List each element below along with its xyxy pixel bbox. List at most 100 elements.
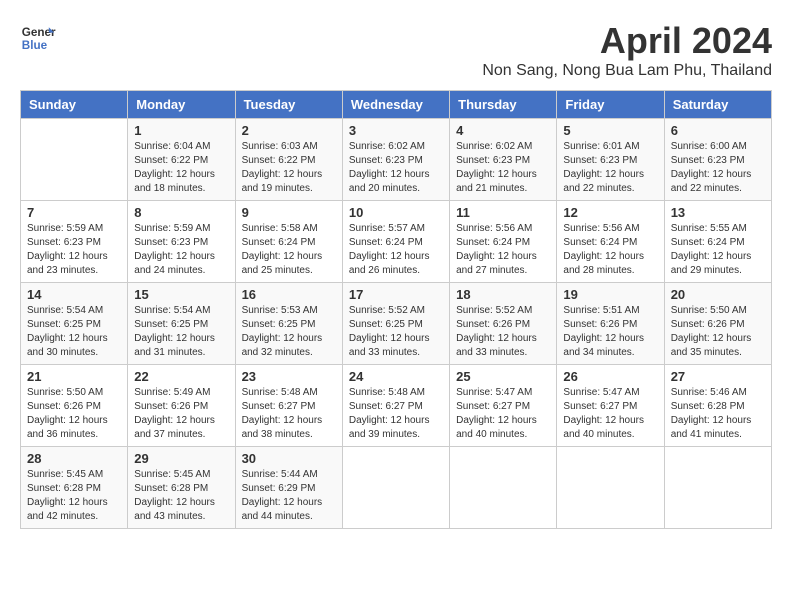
day-detail: Sunrise: 5:54 AM Sunset: 6:25 PM Dayligh… (134, 304, 228, 360)
day-detail: Sunrise: 6:02 AM Sunset: 6:23 PM Dayligh… (456, 140, 550, 196)
day-detail: Sunrise: 5:58 AM Sunset: 6:24 PM Dayligh… (242, 222, 336, 278)
day-number: 27 (671, 369, 765, 384)
column-header-wednesday: Wednesday (342, 91, 449, 119)
day-detail: Sunrise: 5:50 AM Sunset: 6:26 PM Dayligh… (27, 386, 121, 442)
calendar-cell: 5 Sunrise: 6:01 AM Sunset: 6:23 PM Daylig… (557, 119, 664, 201)
day-number: 6 (671, 123, 765, 138)
day-detail: Sunrise: 5:47 AM Sunset: 6:27 PM Dayligh… (456, 386, 550, 442)
calendar-cell: 29 Sunrise: 5:45 AM Sunset: 6:28 PM Dayli… (128, 447, 235, 529)
day-detail: Sunrise: 5:47 AM Sunset: 6:27 PM Dayligh… (563, 386, 657, 442)
calendar-cell (450, 447, 557, 529)
calendar-cell: 2 Sunrise: 6:03 AM Sunset: 6:22 PM Daylig… (235, 119, 342, 201)
day-number: 15 (134, 287, 228, 302)
calendar-cell: 27 Sunrise: 5:46 AM Sunset: 6:28 PM Dayli… (664, 365, 771, 447)
day-detail: Sunrise: 5:54 AM Sunset: 6:25 PM Dayligh… (27, 304, 121, 360)
day-detail: Sunrise: 5:45 AM Sunset: 6:28 PM Dayligh… (134, 468, 228, 524)
calendar-cell: 28 Sunrise: 5:45 AM Sunset: 6:28 PM Dayli… (21, 447, 128, 529)
day-number: 3 (349, 123, 443, 138)
svg-text:Blue: Blue (22, 39, 48, 52)
day-detail: Sunrise: 6:00 AM Sunset: 6:23 PM Dayligh… (671, 140, 765, 196)
day-number: 29 (134, 451, 228, 466)
day-number: 8 (134, 205, 228, 220)
calendar-cell: 8 Sunrise: 5:59 AM Sunset: 6:23 PM Daylig… (128, 201, 235, 283)
calendar-cell: 16 Sunrise: 5:53 AM Sunset: 6:25 PM Dayli… (235, 283, 342, 365)
day-detail: Sunrise: 5:59 AM Sunset: 6:23 PM Dayligh… (134, 222, 228, 278)
day-number: 21 (27, 369, 121, 384)
day-number: 22 (134, 369, 228, 384)
day-number: 5 (563, 123, 657, 138)
calendar-cell: 9 Sunrise: 5:58 AM Sunset: 6:24 PM Daylig… (235, 201, 342, 283)
day-number: 4 (456, 123, 550, 138)
day-number: 10 (349, 205, 443, 220)
day-detail: Sunrise: 5:46 AM Sunset: 6:28 PM Dayligh… (671, 386, 765, 442)
calendar-cell: 3Sunrise: 6:02 AM Sunset: 6:23 PM Daylig… (342, 119, 449, 201)
calendar-cell: 10Sunrise: 5:57 AM Sunset: 6:24 PM Dayli… (342, 201, 449, 283)
day-number: 20 (671, 287, 765, 302)
day-detail: Sunrise: 6:04 AM Sunset: 6:22 PM Dayligh… (134, 140, 228, 196)
calendar-cell: 25 Sunrise: 5:47 AM Sunset: 6:27 PM Dayli… (450, 365, 557, 447)
title-block: April 2024 Non Sang, Nong Bua Lam Phu, T… (482, 20, 772, 80)
calendar-cell: 11 Sunrise: 5:56 AM Sunset: 6:24 PM Dayli… (450, 201, 557, 283)
calendar-cell: 20 Sunrise: 5:50 AM Sunset: 6:26 PM Dayli… (664, 283, 771, 365)
column-header-tuesday: Tuesday (235, 91, 342, 119)
calendar-cell: 1 Sunrise: 6:04 AM Sunset: 6:22 PM Daylig… (128, 119, 235, 201)
column-header-friday: Friday (557, 91, 664, 119)
svg-text:General: General (22, 26, 56, 39)
day-detail: Sunrise: 5:53 AM Sunset: 6:25 PM Dayligh… (242, 304, 336, 360)
day-number: 19 (563, 287, 657, 302)
calendar-cell: 23 Sunrise: 5:48 AM Sunset: 6:27 PM Dayli… (235, 365, 342, 447)
logo: General Blue (20, 20, 60, 56)
day-detail: Sunrise: 5:56 AM Sunset: 6:24 PM Dayligh… (456, 222, 550, 278)
day-detail: Sunrise: 5:50 AM Sunset: 6:26 PM Dayligh… (671, 304, 765, 360)
day-number: 24 (349, 369, 443, 384)
day-detail: Sunrise: 6:03 AM Sunset: 6:22 PM Dayligh… (242, 140, 336, 196)
day-detail: Sunrise: 5:52 AM Sunset: 6:26 PM Dayligh… (456, 304, 550, 360)
calendar-cell: 21 Sunrise: 5:50 AM Sunset: 6:26 PM Dayli… (21, 365, 128, 447)
day-detail: Sunrise: 5:51 AM Sunset: 6:26 PM Dayligh… (563, 304, 657, 360)
month-title: April 2024 (482, 20, 772, 62)
day-detail: Sunrise: 5:45 AM Sunset: 6:28 PM Dayligh… (27, 468, 121, 524)
day-number: 2 (242, 123, 336, 138)
day-number: 14 (27, 287, 121, 302)
day-detail: Sunrise: 6:01 AM Sunset: 6:23 PM Dayligh… (563, 140, 657, 196)
day-number: 18 (456, 287, 550, 302)
day-number: 13 (671, 205, 765, 220)
calendar-cell: 4 Sunrise: 6:02 AM Sunset: 6:23 PM Daylig… (450, 119, 557, 201)
day-number: 17 (349, 287, 443, 302)
logo-icon: General Blue (20, 20, 56, 56)
calendar-cell: 17Sunrise: 5:52 AM Sunset: 6:25 PM Dayli… (342, 283, 449, 365)
calendar-cell (342, 447, 449, 529)
day-detail: Sunrise: 5:48 AM Sunset: 6:27 PM Dayligh… (349, 386, 443, 442)
calendar-cell: 15 Sunrise: 5:54 AM Sunset: 6:25 PM Dayli… (128, 283, 235, 365)
calendar-cell: 30 Sunrise: 5:44 AM Sunset: 6:29 PM Dayli… (235, 447, 342, 529)
page-header: General Blue April 2024 Non Sang, Nong B… (20, 20, 772, 80)
day-detail: Sunrise: 5:56 AM Sunset: 6:24 PM Dayligh… (563, 222, 657, 278)
calendar-cell: 26Sunrise: 5:47 AM Sunset: 6:27 PM Dayli… (557, 365, 664, 447)
day-detail: Sunrise: 5:55 AM Sunset: 6:24 PM Dayligh… (671, 222, 765, 278)
day-number: 25 (456, 369, 550, 384)
location-title: Non Sang, Nong Bua Lam Phu, Thailand (482, 62, 772, 80)
day-number: 28 (27, 451, 121, 466)
day-detail: Sunrise: 5:44 AM Sunset: 6:29 PM Dayligh… (242, 468, 336, 524)
day-detail: Sunrise: 5:59 AM Sunset: 6:23 PM Dayligh… (27, 222, 121, 278)
day-number: 11 (456, 205, 550, 220)
calendar-cell (21, 119, 128, 201)
calendar-cell (557, 447, 664, 529)
day-number: 1 (134, 123, 228, 138)
calendar-cell: 13 Sunrise: 5:55 AM Sunset: 6:24 PM Dayli… (664, 201, 771, 283)
day-number: 30 (242, 451, 336, 466)
column-header-saturday: Saturday (664, 91, 771, 119)
day-detail: Sunrise: 5:49 AM Sunset: 6:26 PM Dayligh… (134, 386, 228, 442)
calendar-cell: 24 Sunrise: 5:48 AM Sunset: 6:27 PM Dayli… (342, 365, 449, 447)
day-detail: Sunrise: 5:48 AM Sunset: 6:27 PM Dayligh… (242, 386, 336, 442)
day-number: 12 (563, 205, 657, 220)
calendar-cell: 6 Sunrise: 6:00 AM Sunset: 6:23 PM Daylig… (664, 119, 771, 201)
day-number: 16 (242, 287, 336, 302)
day-number: 23 (242, 369, 336, 384)
column-header-thursday: Thursday (450, 91, 557, 119)
calendar-cell: 19 Sunrise: 5:51 AM Sunset: 6:26 PM Dayli… (557, 283, 664, 365)
column-header-sunday: Sunday (21, 91, 128, 119)
day-number: 9 (242, 205, 336, 220)
calendar-table: SundayMondayTuesdayWednesdayThursdayFrid… (20, 90, 772, 529)
day-number: 7 (27, 205, 121, 220)
